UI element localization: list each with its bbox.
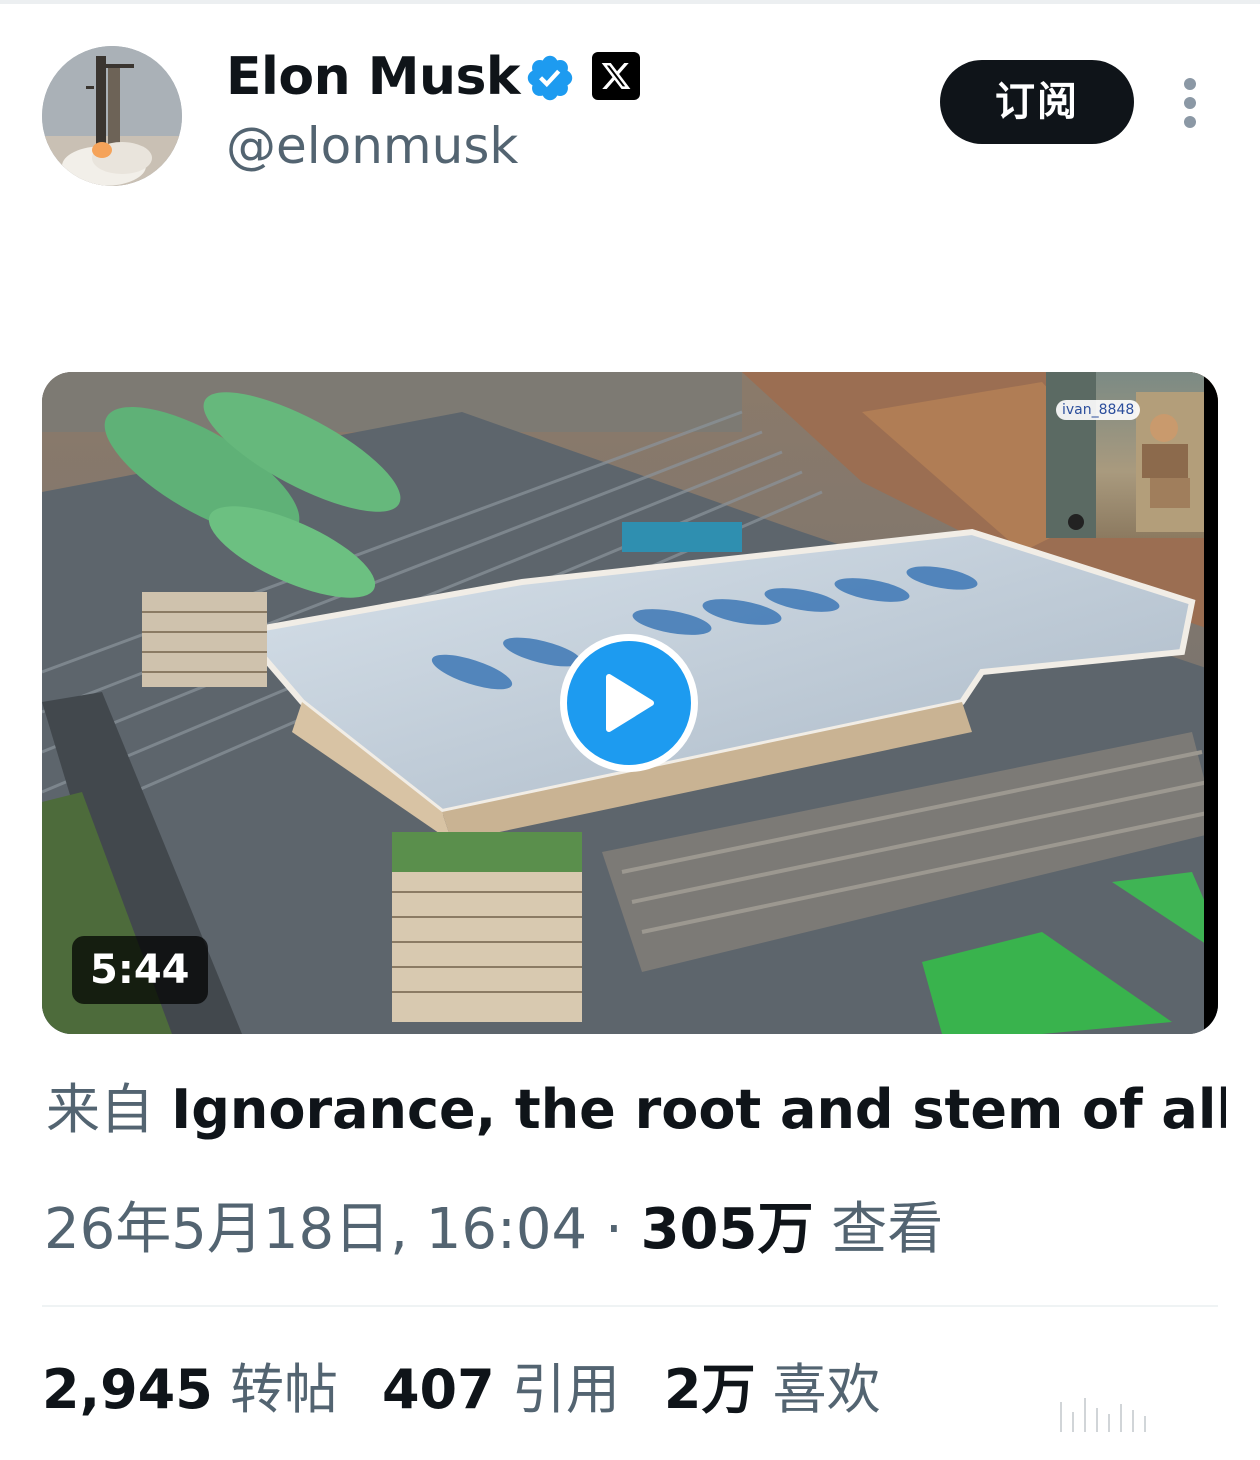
subscribe-button[interactable]: 订阅 [940,60,1134,144]
rocket-launch-image [42,46,182,186]
video-duration-badge: 5:44 [72,936,208,1004]
views-count: 305万 [640,1197,814,1262]
top-border [0,0,1260,4]
author-name[interactable]: Elon Musk [226,42,521,112]
engagement-stats: 2,945 转帖 407 引用 2万 喜欢 [42,1356,881,1424]
avatar[interactable] [42,46,182,186]
inset-video-overlay: ivan_8848 [1046,372,1204,538]
watermark-mark [1060,1388,1240,1432]
meta-separator: · [604,1197,623,1262]
quotes-label: 引用 [511,1358,620,1421]
inset-watermark-label: ivan_8848 [1056,400,1141,420]
x-affiliation-icon [592,52,640,100]
likes-stat[interactable]: 2万 喜欢 [664,1358,881,1421]
media-edge [1204,372,1218,1034]
reposts-label: 转帖 [229,1358,338,1421]
play-icon [606,674,654,732]
likes-label: 喜欢 [772,1358,881,1421]
video-media[interactable]: ivan_8848 [42,372,1218,1034]
post-meta: 26年5月18日, 16:04 · 305万 查看 [44,1196,943,1264]
more-options-icon[interactable] [1176,78,1204,128]
post-timestamp[interactable]: 26年5月18日, 16:04 [44,1197,587,1262]
divider [42,1305,1218,1307]
reposts-stat[interactable]: 2,945 转帖 [42,1358,338,1421]
quotes-stat[interactable]: 407 引用 [382,1358,620,1421]
reposts-count: 2,945 [42,1358,213,1421]
likes-count: 2万 [663,1358,756,1421]
source-prefix: 来自 [46,1078,154,1141]
play-button[interactable] [560,634,698,772]
video-source-line[interactable]: 来自 Ignorance, the root and stem of all .… [46,1076,1226,1144]
quotes-count: 407 [381,1358,495,1421]
source-title[interactable]: Ignorance, the root and stem of all ... [171,1078,1226,1141]
views-label: 查看 [831,1197,944,1262]
verified-badge-icon [527,55,573,101]
author-handle[interactable]: @elonmusk [226,114,518,178]
